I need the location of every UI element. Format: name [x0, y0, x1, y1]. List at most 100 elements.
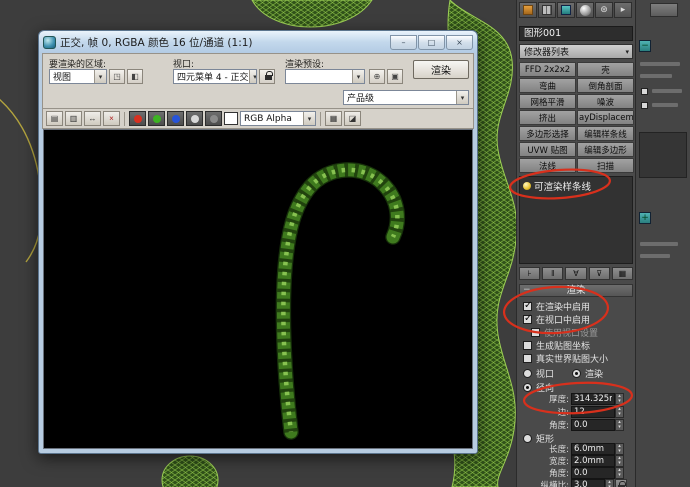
enable-in-renderer-checkbox[interactable]: [523, 300, 532, 311]
render-preset-dropdown[interactable]: ▾: [285, 69, 365, 84]
lock-viewport-button[interactable]: [259, 69, 275, 84]
aspect-spinner[interactable]: ▴ ▾: [605, 479, 614, 487]
green-channel-button[interactable]: [148, 111, 165, 126]
remove-modifier-button[interactable]: ⊽: [588, 267, 610, 280]
stack-item-renderable-spline[interactable]: 可渲染样条线: [520, 177, 632, 195]
width-spinner[interactable]: ▴ ▾: [615, 455, 624, 467]
length-input[interactable]: [571, 443, 615, 455]
window-title: 正交, 帧 0, RGBA 颜色 16 位/通道 (1:1): [60, 36, 253, 49]
graphite-tools-icon[interactable]: [519, 2, 537, 18]
modifier-button-sweep[interactable]: 扫描: [577, 158, 634, 173]
clear-button[interactable]: ×: [103, 111, 120, 126]
material-editor-icon[interactable]: [576, 2, 594, 18]
modifier-list-label: 修改器列表: [524, 48, 570, 58]
renderer-radio[interactable]: [572, 368, 582, 378]
fragment-checkbox[interactable]: [641, 102, 648, 109]
show-end-result-button[interactable]: ‖: [542, 267, 564, 280]
production-mode-dropdown[interactable]: 产品级 ▾: [343, 90, 469, 105]
copy-image-button[interactable]: ▥: [65, 111, 82, 126]
viewport-radio[interactable]: [523, 368, 532, 378]
modifier-button-shell[interactable]: 壳: [577, 62, 634, 77]
spline-curve[interactable]: [0, 98, 42, 263]
use-viewport-settings-checkbox[interactable]: [531, 327, 540, 337]
minimize-button[interactable]: –: [390, 34, 417, 50]
modifier-button-extrude[interactable]: 挤出: [519, 110, 576, 125]
enable-in-viewport-checkbox[interactable]: [523, 313, 532, 324]
render-setup-button[interactable]: ⊕: [369, 69, 385, 84]
area-to-render-dropdown[interactable]: 视图 ▾: [49, 69, 107, 84]
pin-stack-button[interactable]: ⊦: [519, 267, 541, 280]
clone-window-button[interactable]: ↔: [84, 111, 101, 126]
make-unique-button[interactable]: ∀: [565, 267, 587, 280]
environment-button[interactable]: ▣: [387, 69, 403, 84]
compare-button[interactable]: ◪: [344, 111, 361, 126]
real-world-map-size-checkbox[interactable]: [523, 353, 532, 363]
thickness-input[interactable]: [571, 393, 615, 405]
modifier-button-edit-poly[interactable]: 编辑多边形: [577, 142, 634, 157]
background-color-swatch[interactable]: [224, 112, 238, 125]
render-frame-icon[interactable]: ▸: [614, 2, 632, 18]
production-mode-value: 产品级: [347, 94, 375, 104]
aspect-input[interactable]: [571, 479, 605, 487]
modifier-button-poly-select[interactable]: 多边形选择: [519, 126, 576, 141]
fragment-checkbox[interactable]: [641, 88, 648, 95]
modifier-button-uvw-map[interactable]: UVW 贴图: [519, 142, 576, 157]
thickness-spinner[interactable]: ▴ ▾: [615, 393, 624, 405]
width-input[interactable]: [571, 455, 615, 467]
angle-spinner[interactable]: ▴ ▾: [615, 419, 624, 431]
rect-angle-spinner[interactable]: ▴ ▾: [615, 467, 624, 479]
modifier-button-noise[interactable]: 噪波: [577, 94, 634, 109]
modifier-stack[interactable]: 可渲染样条线: [519, 176, 633, 264]
checkbox-label: 使用视口设置: [544, 328, 599, 339]
layer-manager-icon[interactable]: [538, 2, 556, 18]
close-button[interactable]: ×: [446, 34, 473, 50]
modifier-button-displacement[interactable]: ayDisplacement: [577, 110, 634, 125]
strip-button[interactable]: [650, 3, 678, 17]
generate-mapping-coords-checkbox[interactable]: [523, 340, 532, 350]
wireframe-rope-bottom[interactable]: [161, 455, 219, 487]
object-name-field[interactable]: 图形001: [519, 26, 633, 41]
alpha-channel-button[interactable]: [186, 111, 203, 126]
collapse-box[interactable]: −: [639, 40, 651, 52]
configure-modifier-sets-button[interactable]: ▦: [611, 267, 634, 280]
auto-region-button[interactable]: ◧: [127, 69, 143, 84]
chevron-down-icon: ▾: [352, 70, 364, 83]
window-controls: – □ ×: [390, 34, 473, 50]
modifier-button-ffd[interactable]: FFD 2x2x2: [519, 62, 576, 77]
render-button[interactable]: 渲染: [413, 60, 469, 79]
rectangular-radio[interactable]: [523, 433, 532, 443]
modifier-button-bend[interactable]: 弯曲: [519, 78, 576, 93]
render-setup-icon[interactable]: ⊛: [595, 2, 613, 18]
save-image-button[interactable]: ▤: [46, 111, 63, 126]
sides-spinner[interactable]: ▴ ▾: [615, 406, 624, 418]
rect-angle-input[interactable]: [571, 467, 615, 479]
lightbulb-icon[interactable]: [523, 182, 531, 190]
blue-channel-button[interactable]: [167, 111, 184, 126]
angle-input[interactable]: [571, 419, 615, 431]
schematic-view-icon[interactable]: [557, 2, 575, 18]
wireframe-rope-top[interactable]: [251, 0, 373, 28]
layers-button[interactable]: ▦: [325, 111, 342, 126]
red-channel-icon: [133, 114, 142, 123]
use-viewport-settings-row: 使用视口设置: [531, 326, 643, 339]
channel-display-dropdown[interactable]: RGB Alpha ▾: [240, 111, 316, 126]
sides-input[interactable]: [571, 406, 615, 418]
maximize-button[interactable]: □: [418, 34, 445, 50]
edit-region-button[interactable]: ◳: [109, 69, 125, 84]
rendering-rollout-header[interactable]: − 渲染: [519, 284, 633, 297]
modifier-button-meshsmooth[interactable]: 网格平滑: [519, 94, 576, 109]
monochrome-button[interactable]: [205, 111, 222, 126]
length-spinner[interactable]: ▴ ▾: [615, 443, 624, 455]
viewport-dropdown[interactable]: 四元菜单 4 - 正交 ▾: [173, 69, 257, 84]
titlebar[interactable]: 正交, 帧 0, RGBA 颜色 16 位/通道 (1:1) – □ ×: [39, 31, 477, 53]
lock-aspect-button[interactable]: [615, 479, 627, 487]
radial-radio[interactable]: [523, 382, 532, 392]
modifier-list-dropdown[interactable]: 修改器列表 ▾: [519, 44, 633, 59]
modifier-button-normal[interactable]: 法线: [519, 158, 576, 173]
fragment-box: [639, 132, 687, 178]
modifier-button-edit-spline[interactable]: 编辑样条线: [577, 126, 634, 141]
modifier-button-bevel-profile[interactable]: 倒角剖面: [577, 78, 634, 93]
expand-box[interactable]: +: [639, 212, 651, 224]
width-row: 宽度: ▴▾: [527, 455, 643, 467]
red-channel-button[interactable]: [129, 111, 146, 126]
